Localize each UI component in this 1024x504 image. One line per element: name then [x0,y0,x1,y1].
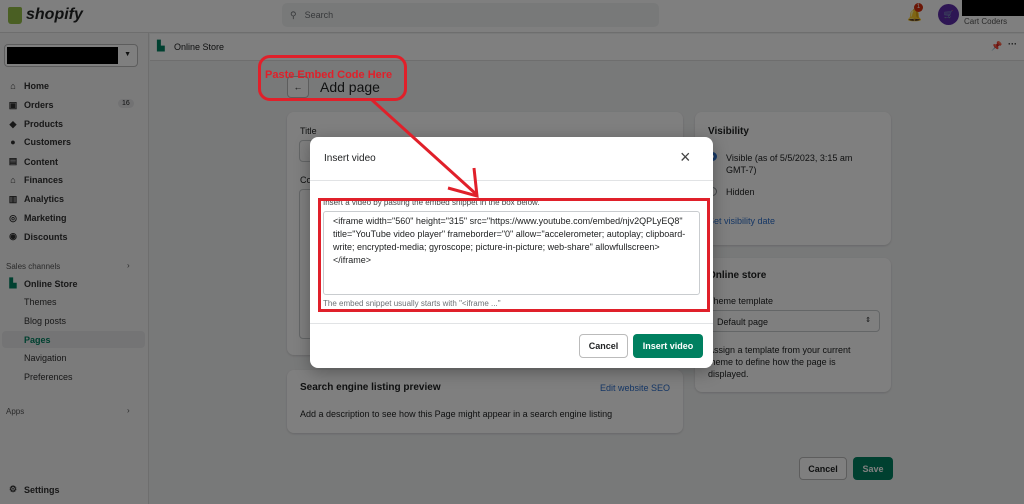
arrow-shaft [370,98,478,196]
annotation-arrow [370,98,479,199]
